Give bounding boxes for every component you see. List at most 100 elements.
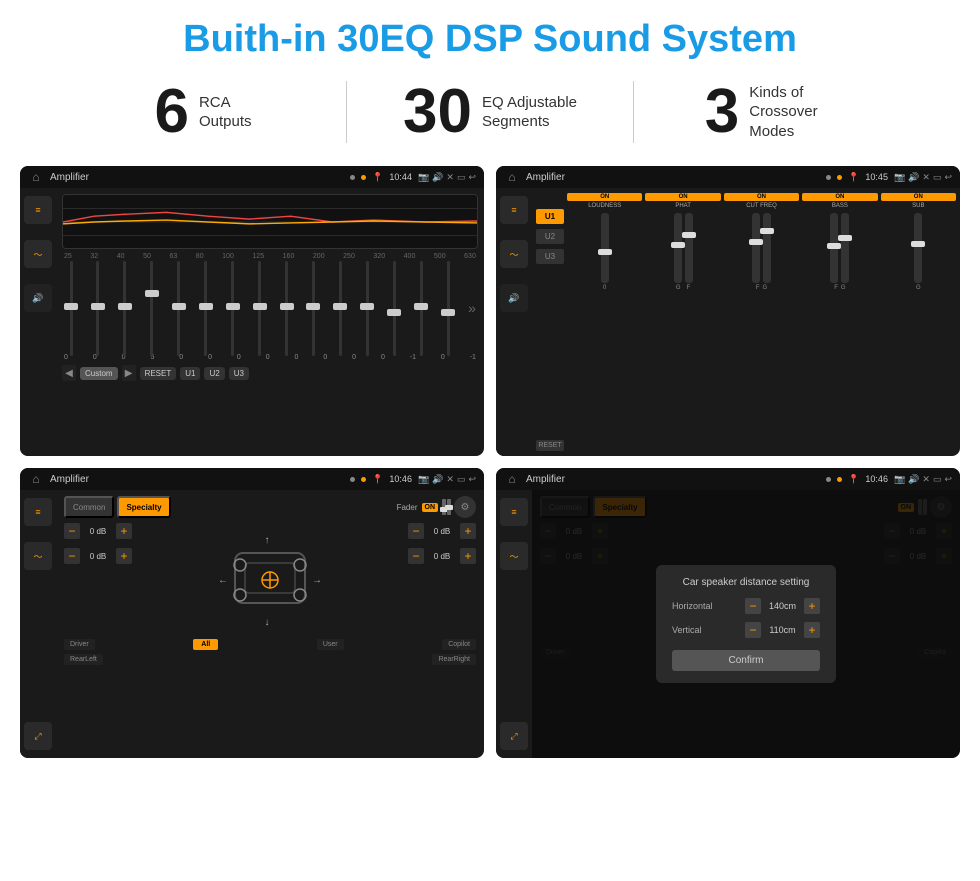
eq-icon-3[interactable]: ≡	[24, 498, 52, 526]
loudness-slider-1[interactable]	[601, 213, 609, 283]
back-icon-4[interactable]: ↩	[944, 474, 952, 485]
settings-icon-3[interactable]: ⚙	[454, 496, 476, 518]
status-bar-2: ⌂ Amplifier 📍 10:45 📷 🔊 ✕ ▭ ↩	[496, 166, 960, 188]
eq-slider-6[interactable]	[199, 261, 213, 356]
home-icon-2[interactable]: ⌂	[504, 169, 520, 185]
home-icon-1[interactable]: ⌂	[28, 169, 44, 185]
next-button[interactable]: ▶	[122, 365, 136, 381]
cutfreq-slider-1[interactable]	[752, 213, 760, 283]
on-badge-phat[interactable]: ON	[645, 193, 720, 201]
minus-btn-2[interactable]: −	[64, 548, 80, 564]
vertical-plus-btn[interactable]: +	[804, 622, 820, 638]
u2-button-1[interactable]: U2	[204, 367, 224, 380]
eq-slider-15[interactable]	[441, 261, 455, 356]
screen1-time: 10:44	[389, 172, 412, 182]
fader-on-badge[interactable]: ON	[422, 503, 439, 512]
bass-vals: FG	[834, 285, 845, 291]
driver-btn-3[interactable]: Driver	[64, 639, 95, 650]
fader-slider-2[interactable]	[447, 499, 451, 515]
screen4-title: Amplifier	[526, 474, 820, 485]
plus-btn-3[interactable]: +	[460, 523, 476, 539]
bass-slider-1[interactable]	[830, 213, 838, 283]
wave-icon-2[interactable]: 〜	[500, 240, 528, 268]
speaker-icon-1[interactable]: 🔊	[24, 284, 52, 312]
on-badge-cutfreq[interactable]: ON	[724, 193, 799, 201]
plus-btn-4[interactable]: +	[460, 548, 476, 564]
custom-preset-button[interactable]: Custom	[80, 367, 118, 380]
expand-icon-3[interactable]: ⤢	[24, 722, 52, 750]
phat-slider-2[interactable]	[685, 213, 693, 283]
eq-slider-3[interactable]	[118, 261, 132, 356]
horizontal-row: Horizontal − 140cm +	[672, 598, 820, 614]
rearright-btn-3[interactable]: RearRight	[432, 654, 476, 665]
expand-icon-4[interactable]: ⤢	[500, 722, 528, 750]
reset-btn-2[interactable]: RESET	[536, 440, 564, 451]
eq-slider-2[interactable]	[91, 261, 105, 356]
horizontal-minus-btn[interactable]: −	[745, 598, 761, 614]
user-btn-3[interactable]: User	[317, 639, 344, 650]
eq-slider-1[interactable]	[64, 261, 78, 356]
minus-btn-3[interactable]: −	[408, 523, 424, 539]
back-icon-2[interactable]: ↩	[944, 172, 952, 183]
on-badge-loudness[interactable]: ON	[567, 193, 642, 201]
u1-button-1[interactable]: U1	[180, 367, 200, 380]
prev-button[interactable]: ◀	[62, 365, 76, 381]
eq-slider-9[interactable]	[280, 261, 294, 356]
all-btn-3[interactable]: All	[193, 639, 218, 650]
u2-preset[interactable]: U2	[536, 229, 564, 244]
cutfreq-label: CUT FREQ	[746, 203, 777, 209]
eq-icon-4[interactable]: ≡	[500, 498, 528, 526]
screen4-content: ≡ 〜 ⤢ Common Specialty ON	[496, 490, 960, 758]
sub-slider-1[interactable]	[914, 213, 922, 283]
cutfreq-slider-2[interactable]	[763, 213, 771, 283]
minus-btn-4[interactable]: −	[408, 548, 424, 564]
screen3-title: Amplifier	[50, 474, 344, 485]
eq-bottom-bar: ◀ Custom ▶ RESET U1 U2 U3	[62, 365, 478, 381]
stat-rca-label: RCAOutputs	[199, 93, 252, 132]
copilot-btn-3[interactable]: Copilot	[442, 639, 476, 650]
wave-icon-1[interactable]: 〜	[24, 240, 52, 268]
u3-button-1[interactable]: U3	[229, 367, 249, 380]
wave-icon-3[interactable]: 〜	[24, 542, 52, 570]
eq-slider-11[interactable]	[333, 261, 347, 356]
speaker-icon-2[interactable]: 🔊	[500, 284, 528, 312]
status-dot-2b	[837, 175, 842, 180]
eq-slider-8[interactable]	[253, 261, 267, 356]
expand-icon[interactable]: »	[468, 300, 476, 316]
eq-slider-14[interactable]	[414, 261, 428, 356]
eq-icon-2[interactable]: ≡	[500, 196, 528, 224]
back-icon-1[interactable]: ↩	[468, 172, 476, 183]
eq-slider-13[interactable]	[387, 261, 401, 356]
common-tab-3[interactable]: Common	[64, 496, 114, 518]
home-icon-4[interactable]: ⌂	[504, 471, 520, 487]
screen2-side-panel: ≡ 〜 🔊	[496, 188, 532, 456]
eq-slider-12[interactable]	[360, 261, 374, 356]
screen1-content: ≡ 〜 🔊	[20, 188, 484, 456]
eq-slider-10[interactable]	[306, 261, 320, 356]
loudness-label: LOUDNESS	[588, 203, 621, 209]
eq-slider-5[interactable]	[172, 261, 186, 356]
horizontal-plus-btn[interactable]: +	[804, 598, 820, 614]
on-badge-bass[interactable]: ON	[802, 193, 877, 201]
stats-row: 6 RCAOutputs 30 EQ AdjustableSegments 3 …	[0, 71, 980, 158]
eq-slider-7[interactable]	[226, 261, 240, 356]
eq-slider-4[interactable]	[145, 261, 159, 356]
wave-icon-4[interactable]: 〜	[500, 542, 528, 570]
plus-btn-2[interactable]: +	[116, 548, 132, 564]
home-icon-3[interactable]: ⌂	[28, 471, 44, 487]
on-badge-sub[interactable]: ON	[881, 193, 956, 201]
reset-button-1[interactable]: RESET	[140, 367, 177, 380]
specialty-tab-3[interactable]: Specialty	[117, 496, 170, 518]
rearleft-btn-3[interactable]: RearLeft	[64, 654, 103, 665]
back-icon-3[interactable]: ↩	[468, 474, 476, 485]
u3-preset[interactable]: U3	[536, 249, 564, 264]
u1-preset[interactable]: U1	[536, 209, 564, 224]
minus-btn-1[interactable]: −	[64, 523, 80, 539]
bass-slider-2[interactable]	[841, 213, 849, 283]
phat-slider-1[interactable]	[674, 213, 682, 283]
vertical-minus-btn[interactable]: −	[745, 622, 761, 638]
screen2-time: 10:45	[865, 172, 888, 182]
confirm-button[interactable]: Confirm	[672, 650, 820, 671]
plus-btn-1[interactable]: +	[116, 523, 132, 539]
eq-icon-1[interactable]: ≡	[24, 196, 52, 224]
